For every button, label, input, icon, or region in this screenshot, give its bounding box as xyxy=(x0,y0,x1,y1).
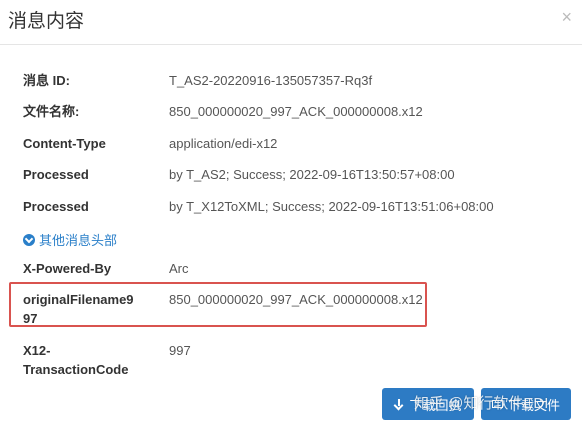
dialog-header: 消息内容 × xyxy=(0,0,582,45)
field-value: 850_000000020_997_ACK_000000008.x12 xyxy=(169,292,423,307)
field-label: Content-Type xyxy=(23,136,106,151)
field-label: 消息 ID: xyxy=(23,73,70,88)
field-label: Processed xyxy=(23,167,89,182)
field-label-line2: 97 xyxy=(23,311,38,326)
field-label-line1: X12- xyxy=(23,343,51,358)
field-value: 997 xyxy=(169,343,191,358)
message-content-dialog: 消息内容 × 消息 ID: T_AS2-20220916-135057357-R… xyxy=(0,0,582,428)
field-label-line2: TransactionCode xyxy=(23,362,129,377)
download-file-label: 下载文件 xyxy=(507,397,560,413)
field-value: by T_AS2; Success; 2022-09-16T13:50:57+0… xyxy=(169,167,455,182)
field-label: Processed xyxy=(23,199,89,214)
field-label: X-Powered-By xyxy=(23,261,112,276)
field-value: T_AS2-20220916-135057357-Rq3f xyxy=(169,73,373,88)
download-ack-button[interactable]: 下载回执 xyxy=(382,388,474,420)
chevron-circle-down-icon xyxy=(23,233,35,246)
field-label: X12- TransactionCode xyxy=(23,341,163,379)
envelope-icon xyxy=(491,400,503,408)
download-icon xyxy=(394,398,404,410)
dialog-title: 消息内容 xyxy=(8,10,85,32)
download-ack-label: 下载回执 xyxy=(409,397,462,413)
field-label-line1: originalFilename9 xyxy=(23,292,134,307)
close-icon[interactable]: × xyxy=(561,7,572,28)
download-file-button[interactable]: 下载文件 xyxy=(481,388,571,420)
field-value: 850_000000020_997_ACK_000000008.x12 xyxy=(169,104,423,119)
toggle-label: 其他消息头部 xyxy=(39,233,118,248)
field-label: originalFilename9 97 xyxy=(23,290,163,328)
field-value: Arc xyxy=(169,261,189,276)
field-value: by T_X12ToXML; Success; 2022-09-16T13:51… xyxy=(169,199,494,214)
other-headers-toggle[interactable]: 其他消息头部 xyxy=(23,230,117,249)
field-label: 文件名称: xyxy=(23,104,80,119)
field-value: application/edi-x12 xyxy=(169,136,278,151)
